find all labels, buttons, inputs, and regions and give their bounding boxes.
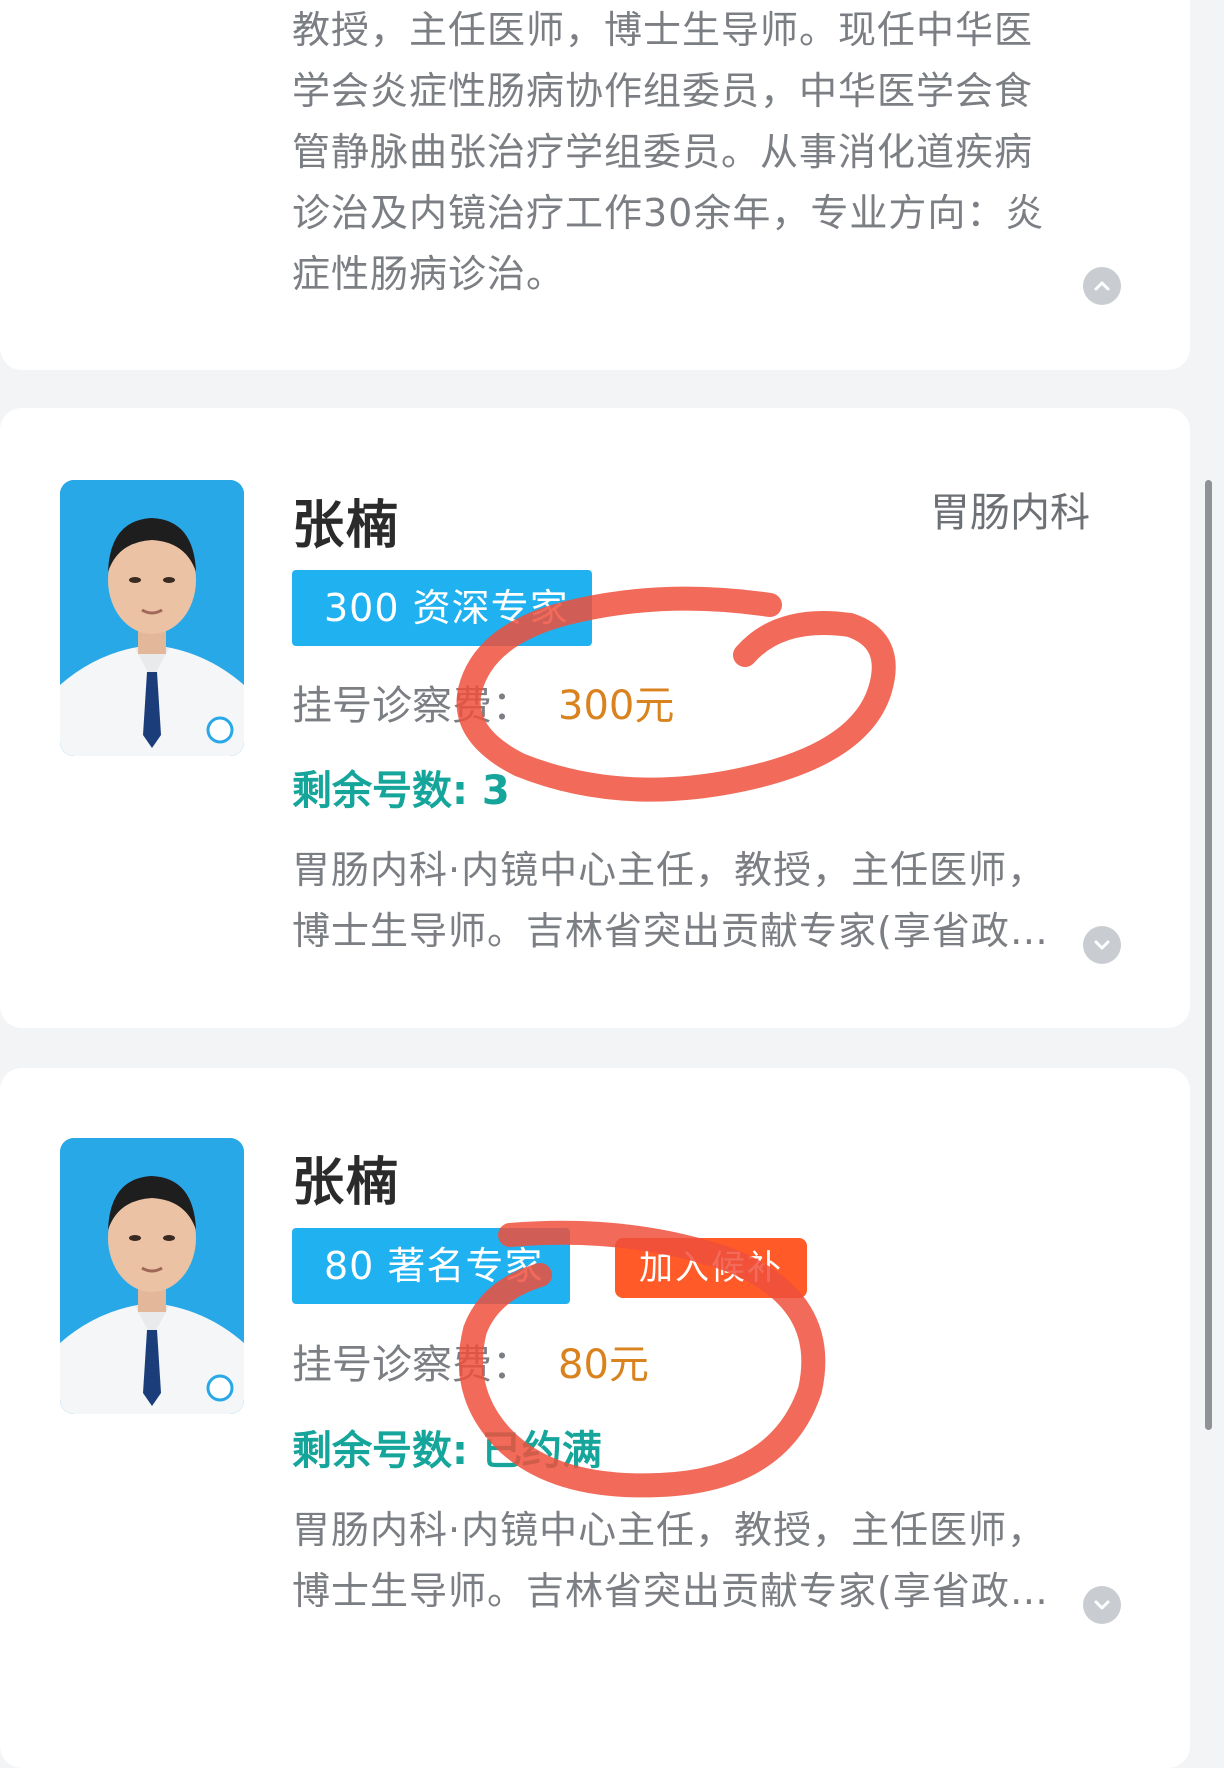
bio-line: 胃肠内科·内镜中心主任，教授，主任医师， (292, 1508, 1047, 1552)
expert-level-tag[interactable]: 80 著名专家 (292, 1228, 570, 1304)
department-label: 胃肠内科 (930, 490, 1090, 536)
doctor-photo (60, 1138, 244, 1414)
bio-line: 诊治及内镜治疗工作30余年，专业方向：炎 (292, 191, 1045, 235)
scrollbar[interactable] (1205, 480, 1212, 1430)
fee-value: 80元 (558, 1342, 649, 1388)
doctor-card[interactable]: 张楠 胃肠内科 300 资深专家 挂号诊察费： 300元 剩余号数: 3 胃肠内… (0, 408, 1190, 1028)
expert-level-tag[interactable]: 300 资深专家 (292, 570, 592, 646)
bio-line: 博士生导师。吉林省突出贡献专家(享省政… (292, 1569, 1049, 1613)
fee-label: 挂号诊察费： (292, 1342, 532, 1388)
bio-line: 教授，主任医师，博士生导师。现任中华医 (292, 8, 1034, 52)
doctor-bio: 胃肠内科·内镜中心主任，教授，主任医师， 博士生导师。吉林省突出贡献专家(享省政… (292, 840, 1092, 962)
doctor-photo (60, 480, 244, 756)
doctor-name: 张楠 (292, 1153, 401, 1213)
chevron-up-icon[interactable] (1083, 267, 1121, 305)
fee-label: 挂号诊察费： (292, 683, 532, 729)
join-waitlist-button[interactable]: 加入候补 (615, 1238, 807, 1298)
bio-line: 症性肠病诊治。 (292, 252, 566, 296)
fee-value: 300元 (558, 683, 675, 729)
doctor-card[interactable]: 张楠 80 著名专家 加入候补 挂号诊察费： 80元 剩余号数: 已约满 胃肠内… (0, 1068, 1190, 1768)
bio-line: 学会炎症性肠病协作组委员，中华医学会食 (292, 69, 1034, 113)
chevron-down-icon[interactable] (1083, 926, 1121, 964)
doctor-name: 张楠 (292, 496, 401, 556)
remaining-slots: 剩余号数: 已约满 (292, 1428, 602, 1474)
bio-line: 管静脉曲张治疗学组委员。从事消化道疾病 (292, 130, 1034, 174)
bio-line: 胃肠内科·内镜中心主任，教授，主任医师， (292, 848, 1047, 892)
doctor-bio: 胃肠内科·内镜中心主任，教授，主任医师， 博士生导师。吉林省突出贡献专家(享省政… (292, 1500, 1092, 1622)
chevron-down-icon[interactable] (1083, 1586, 1121, 1624)
remaining-slots: 剩余号数: 3 (292, 768, 510, 814)
doctor-card-expanded: 教授，主任医师，博士生导师。现任中华医 学会炎症性肠病协作组委员，中华医学会食 … (0, 0, 1190, 370)
doctor-bio: 教授，主任医师，博士生导师。现任中华医 学会炎症性肠病协作组委员，中华医学会食 … (292, 0, 1092, 305)
bio-line: 博士生导师。吉林省突出贡献专家(享省政… (292, 909, 1049, 953)
